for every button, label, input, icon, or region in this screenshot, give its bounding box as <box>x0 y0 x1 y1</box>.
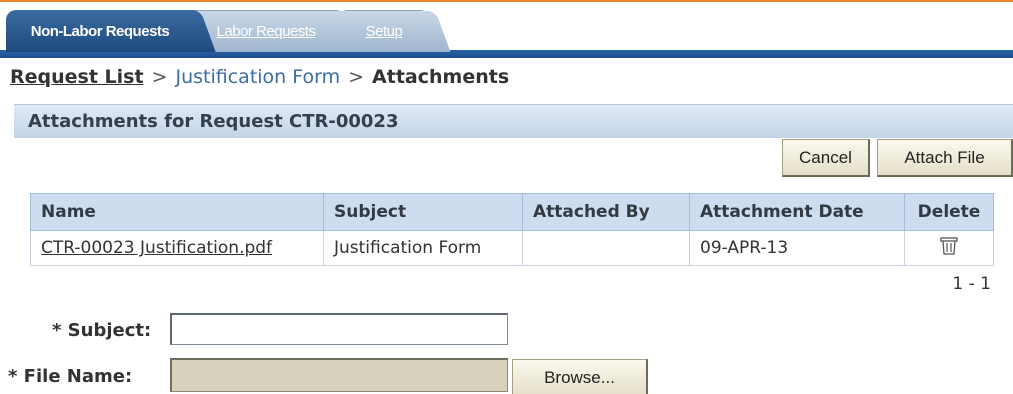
column-header-attachment-date[interactable]: Attachment Date <box>689 193 905 231</box>
cell-attached-by <box>522 230 690 266</box>
subject-input[interactable] <box>170 313 508 345</box>
table-row: CTR-00023 Justification.pdf Justificatio… <box>30 230 994 266</box>
section-title: Attachments for Request CTR-00023 <box>28 111 399 132</box>
section-header: Attachments for Request CTR-00023 <box>14 104 1013 138</box>
column-header-delete: Delete <box>904 193 994 231</box>
cancel-button[interactable]: Cancel <box>782 139 870 177</box>
subject-label: * Subject: <box>52 320 152 341</box>
cell-attachment-date: 09-APR-13 <box>689 230 905 266</box>
attachment-file-link[interactable]: CTR-00023 Justification.pdf <box>41 238 272 258</box>
tab-bar: Setup Labor Requests Non-Labor Requests <box>0 2 1013 62</box>
column-header-name[interactable]: Name <box>30 193 324 231</box>
attach-file-button[interactable]: Attach File <box>877 139 1013 177</box>
cell-delete <box>904 230 994 266</box>
tab-labor-requests-label: Labor Requests <box>216 23 316 40</box>
breadcrumb-separator: > <box>348 66 365 88</box>
breadcrumb-separator: > <box>151 66 168 88</box>
trash-icon[interactable] <box>940 236 958 261</box>
table-header-row: Name Subject Attached By Attachment Date… <box>30 193 994 231</box>
tab-non-labor-requests-label: Non-Labor Requests <box>30 22 170 40</box>
file-name-label: * File Name: <box>8 366 133 387</box>
breadcrumb-request-list[interactable]: Request List <box>10 66 144 88</box>
breadcrumb-current: Attachments <box>372 66 510 88</box>
app-frame: Setup Labor Requests Non-Labor Requests … <box>0 0 1013 394</box>
browse-button[interactable]: Browse... <box>512 359 648 394</box>
tab-setup-label: Setup <box>365 23 403 40</box>
column-header-subject[interactable]: Subject <box>323 193 523 231</box>
file-name-input[interactable] <box>170 358 508 392</box>
attachments-table: Name Subject Attached By Attachment Date… <box>30 193 994 266</box>
cell-subject: Justification Form <box>323 230 523 266</box>
column-header-attached-by[interactable]: Attached By <box>522 193 690 231</box>
tab-setup-edge <box>407 11 451 52</box>
tab-non-labor-requests[interactable]: Non-Labor Requests <box>6 10 216 52</box>
breadcrumb: Request List > Justification Form > Attachme… <box>10 66 509 88</box>
pagination-range: 1 - 1 <box>952 274 991 294</box>
breadcrumb-justification-form[interactable]: Justification Form <box>175 66 340 88</box>
cell-name: CTR-00023 Justification.pdf <box>30 230 324 266</box>
